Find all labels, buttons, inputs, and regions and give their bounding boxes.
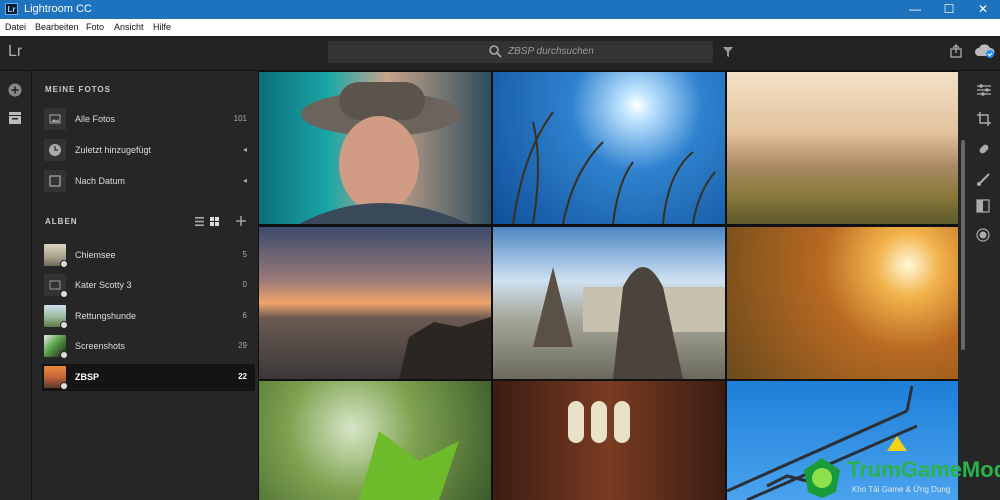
album-item-kater-scotty-3[interactable]: Kater Scotty 3 0 — [42, 272, 255, 299]
filter-icon[interactable] — [722, 46, 734, 58]
photo-tile-misty-hills[interactable] — [727, 72, 958, 224]
sidebar-item-count: 101 — [233, 114, 247, 123]
brush-icon[interactable] — [976, 171, 992, 187]
sidebar-item-by-date[interactable]: Nach Datum ◂ — [42, 168, 255, 195]
photo-grid — [258, 71, 958, 500]
album-item-screenshots[interactable]: Screenshots 29 — [42, 333, 255, 360]
album-count: 29 — [238, 341, 247, 350]
add-photos-icon[interactable] — [8, 83, 22, 97]
photo-tile-wooden-interior[interactable] — [493, 381, 725, 500]
synced-badge-icon — [60, 351, 68, 359]
menu-foto[interactable]: Foto — [86, 22, 104, 32]
album-item-zbsp[interactable]: ZBSP 22 — [42, 364, 255, 391]
linear-gradient-icon[interactable] — [976, 199, 990, 213]
album-label: Rettungshunde — [75, 311, 137, 321]
crop-icon[interactable] — [976, 111, 992, 127]
menu-hilfe[interactable]: Hilfe — [153, 22, 171, 32]
add-album-icon[interactable] — [236, 216, 246, 226]
sidebar-item-label: Nach Datum — [75, 176, 126, 186]
album-count: 6 — [242, 311, 247, 320]
sidebar-item-recently-added[interactable]: Zuletzt hinzugefügt ◂ — [42, 137, 255, 164]
lr-logo: Lr — [8, 43, 23, 60]
photo-tile-lake-sunset[interactable] — [259, 227, 491, 379]
sidebar-item-all-photos[interactable]: Alle Fotos 101 — [42, 106, 255, 133]
sidebar-item-label: Zuletzt hinzugefügt — [75, 145, 152, 155]
album-count: 0 — [242, 280, 247, 289]
search-icon — [489, 45, 502, 58]
album-thumbnail — [44, 366, 68, 390]
synced-badge-icon — [60, 382, 68, 390]
lightroom-app-icon: Lr — [5, 3, 18, 15]
my-photos-heading: MEINE FOTOS — [45, 85, 111, 94]
healing-brush-icon[interactable] — [976, 141, 992, 157]
minimize-button[interactable]: — — [898, 0, 932, 19]
album-label: Kater Scotty 3 — [75, 280, 132, 290]
menu-ansicht[interactable]: Ansicht — [114, 22, 144, 32]
share-icon[interactable] — [949, 44, 963, 58]
sidebar: MEINE FOTOS Alle Fotos 101 Zuletzt hinzu… — [32, 71, 258, 500]
menu-bearbeiten[interactable]: Bearbeiten — [35, 22, 79, 32]
radial-gradient-icon[interactable] — [976, 228, 990, 242]
edit-sliders-icon[interactable] — [976, 83, 992, 97]
album-label: Chiemsee — [75, 250, 116, 260]
watermark-logo-icon — [804, 458, 840, 498]
album-label: Screenshots — [75, 341, 126, 351]
album-count: 22 — [238, 372, 247, 381]
watermark-brand: TrumGameMod — [847, 457, 1000, 482]
left-rail — [0, 71, 32, 500]
search-placeholder: ZBSP durchsuchen — [508, 46, 594, 57]
watermark: TrumGameMod Kho Tải Game & Ứng Dụng — [800, 452, 1000, 500]
album-item-rettungshunde[interactable]: Rettungshunde 6 — [42, 303, 255, 330]
window-title: Lightroom CC — [24, 3, 92, 15]
album-item-chiemsee[interactable]: Chiemsee 5 — [42, 242, 255, 269]
synced-badge-icon — [60, 260, 68, 268]
maximize-button[interactable]: ☐ — [932, 0, 966, 19]
watermark-tagline: Kho Tải Game & Ứng Dụng — [852, 485, 951, 494]
synced-badge-icon — [60, 290, 68, 298]
photo-tile-man-with-hat[interactable] — [259, 72, 491, 224]
albums-heading: ALBEN — [45, 217, 78, 226]
album-thumbnail — [44, 335, 68, 359]
photo-icon — [44, 108, 66, 130]
photo-tile-backlit-grass[interactable] — [727, 227, 958, 379]
photo-tile-statue-fountain[interactable] — [493, 227, 725, 379]
cloud-sync-icon[interactable] — [974, 43, 996, 59]
sidebar-item-label: Alle Fotos — [75, 114, 116, 124]
menu-bar: Datei Bearbeiten Foto Ansicht Hilfe — [0, 19, 1000, 36]
album-thumbnail — [44, 244, 68, 268]
photo-tile-green-leaf[interactable] — [259, 381, 491, 500]
album-label: ZBSP — [75, 372, 100, 382]
search-input[interactable]: ZBSP durchsuchen — [328, 41, 713, 63]
photo-tile-reeds[interactable] — [493, 72, 725, 224]
library-icon[interactable] — [8, 111, 22, 125]
grid-view-icon[interactable] — [210, 217, 219, 226]
title-bar: Lr Lightroom CC — ☐ ✕ — [0, 0, 1000, 19]
expand-arrow-icon[interactable]: ◂ — [243, 145, 247, 154]
album-thumbnail — [44, 274, 68, 298]
list-view-icon[interactable] — [195, 217, 204, 226]
album-thumbnail — [44, 305, 68, 329]
clock-icon — [44, 139, 66, 161]
calendar-icon — [44, 170, 66, 192]
grid-scrollbar[interactable] — [961, 140, 965, 350]
close-button[interactable]: ✕ — [966, 0, 1000, 19]
expand-arrow-icon[interactable]: ◂ — [243, 176, 247, 185]
menu-datei[interactable]: Datei — [5, 22, 26, 32]
album-count: 5 — [242, 250, 247, 259]
synced-badge-icon — [60, 321, 68, 329]
